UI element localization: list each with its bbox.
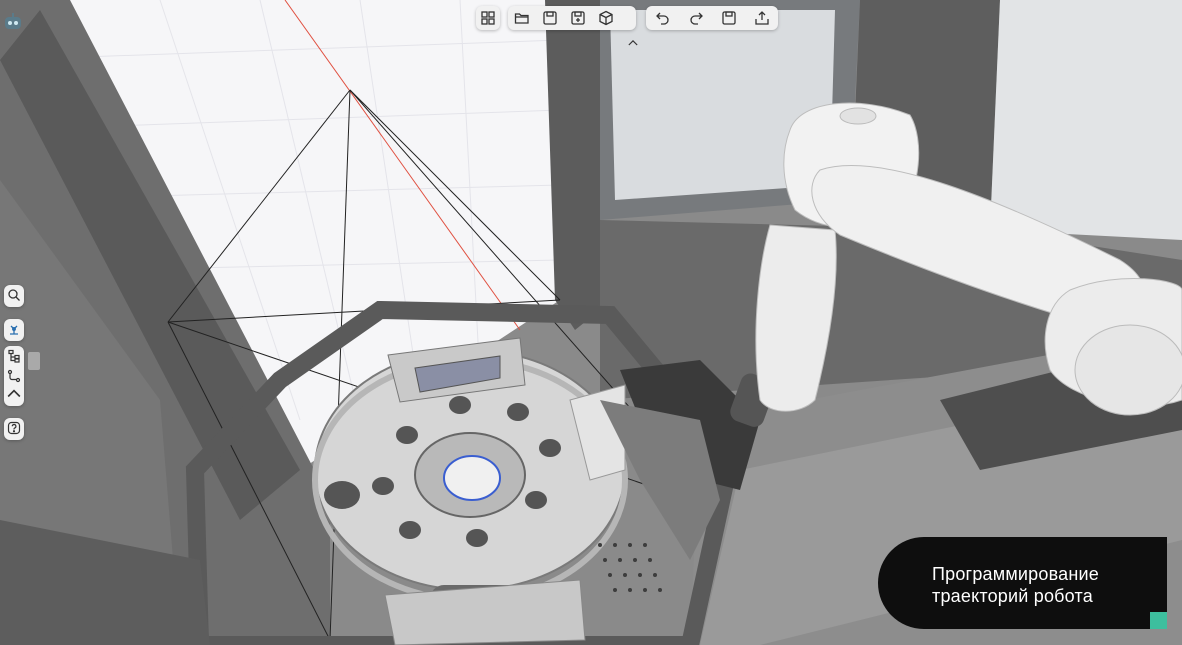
toolbar-file-group xyxy=(508,6,636,30)
perforated-plate xyxy=(598,543,662,592)
robot-logo-icon[interactable] xyxy=(2,11,24,33)
sidebar-robot-group xyxy=(4,319,24,341)
toolbar-edit-group xyxy=(646,6,778,30)
save-icon[interactable] xyxy=(712,7,745,29)
center-hole xyxy=(443,455,501,501)
chevron-up-icon[interactable] xyxy=(4,386,24,400)
chevron-up-icon[interactable] xyxy=(625,36,641,48)
caption-line-2: траекторий робота xyxy=(932,586,1093,606)
grid-icon[interactable] xyxy=(476,7,500,29)
caption-text: Программирование траекторий робота xyxy=(932,563,1099,607)
path-icon[interactable] xyxy=(4,366,24,386)
redo-icon[interactable] xyxy=(679,7,712,29)
sidebar-tree-group xyxy=(4,346,24,406)
right-window xyxy=(990,0,1182,240)
undo-icon[interactable] xyxy=(646,7,679,29)
sidebar-help-group xyxy=(4,418,24,440)
toolbar-layout-group xyxy=(476,6,500,30)
sidebar-resize-handle[interactable] xyxy=(28,352,40,370)
magnifier-icon[interactable] xyxy=(4,285,24,305)
caption-line-1: Программирование xyxy=(932,564,1099,584)
robot-arm-icon[interactable] xyxy=(4,319,24,339)
upload-icon[interactable] xyxy=(745,7,778,29)
save-icon[interactable] xyxy=(536,7,564,29)
save-as-icon[interactable] xyxy=(564,7,592,29)
accent-square xyxy=(1150,612,1167,629)
folder-open-icon[interactable] xyxy=(508,7,536,29)
sidebar-search-group xyxy=(4,285,24,307)
caption-banner: Программирование траекторий робота xyxy=(878,537,1167,629)
help-icon[interactable] xyxy=(4,418,24,438)
tree-icon[interactable] xyxy=(4,346,24,366)
cube-icon[interactable] xyxy=(592,7,620,29)
